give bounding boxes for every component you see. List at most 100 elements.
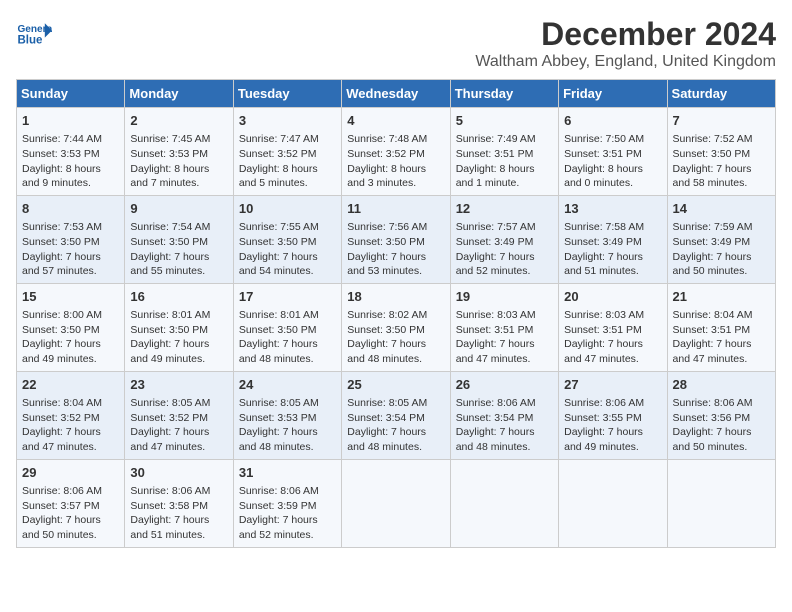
day-info: Sunrise: 7:48 AM Sunset: 3:52 PM Dayligh…	[347, 132, 444, 191]
day-number: 14	[673, 200, 770, 218]
column-header-monday: Monday	[125, 80, 233, 108]
calendar-cell	[667, 459, 775, 547]
calendar-cell: 19 Sunrise: 8:03 AM Sunset: 3:51 PM Dayli…	[450, 283, 558, 371]
calendar-cell: 27Sunrise: 8:06 AM Sunset: 3:55 PM Dayli…	[559, 371, 667, 459]
calendar-cell: 3 Sunrise: 7:47 AM Sunset: 3:52 PM Daylig…	[233, 108, 341, 196]
day-info: Sunrise: 7:49 AM Sunset: 3:51 PM Dayligh…	[456, 132, 553, 191]
day-number: 5	[456, 112, 553, 130]
day-number: 18	[347, 288, 444, 306]
calendar-cell: 29 Sunrise: 8:06 AM Sunset: 3:57 PM Dayli…	[17, 459, 125, 547]
day-number: 13	[564, 200, 661, 218]
day-number: 28	[673, 376, 770, 394]
calendar-cell: 21 Sunrise: 8:04 AM Sunset: 3:51 PM Dayli…	[667, 283, 775, 371]
day-info: Sunrise: 8:06 AM Sunset: 3:55 PM Dayligh…	[564, 396, 661, 455]
day-number: 10	[239, 200, 336, 218]
calendar-cell: 1 Sunrise: 7:44 AM Sunset: 3:53 PM Daylig…	[17, 108, 125, 196]
day-info: Sunrise: 8:01 AM Sunset: 3:50 PM Dayligh…	[130, 308, 227, 367]
day-info: Sunrise: 7:50 AM Sunset: 3:51 PM Dayligh…	[564, 132, 661, 191]
logo: General Blue	[16, 16, 52, 52]
calendar-header: SundayMondayTuesdayWednesdayThursdayFrid…	[17, 80, 776, 108]
calendar-table: SundayMondayTuesdayWednesdayThursdayFrid…	[16, 79, 776, 548]
calendar-cell: 10 Sunrise: 7:55 AM Sunset: 3:50 PM Dayli…	[233, 195, 341, 283]
day-number: 21	[673, 288, 770, 306]
day-info: Sunrise: 8:06 AM Sunset: 3:54 PM Dayligh…	[456, 396, 553, 455]
day-number: 11	[347, 200, 444, 218]
calendar-cell: 23 Sunrise: 8:05 AM Sunset: 3:52 PM Dayli…	[125, 371, 233, 459]
calendar-cell: 9Sunrise: 7:54 AM Sunset: 3:50 PM Daylig…	[125, 195, 233, 283]
day-info: Sunrise: 8:04 AM Sunset: 3:52 PM Dayligh…	[22, 396, 119, 455]
day-number: 12	[456, 200, 553, 218]
day-number: 8	[22, 200, 119, 218]
day-info: Sunrise: 8:05 AM Sunset: 3:53 PM Dayligh…	[239, 396, 336, 455]
day-number: 1	[22, 112, 119, 130]
day-info: Sunrise: 8:04 AM Sunset: 3:51 PM Dayligh…	[673, 308, 770, 367]
day-info: Sunrise: 8:05 AM Sunset: 3:52 PM Dayligh…	[130, 396, 227, 455]
day-info: Sunrise: 8:03 AM Sunset: 3:51 PM Dayligh…	[456, 308, 553, 367]
page-subtitle: Waltham Abbey, England, United Kingdom	[475, 53, 776, 71]
calendar-cell: 7 Sunrise: 7:52 AM Sunset: 3:50 PM Daylig…	[667, 108, 775, 196]
day-info: Sunrise: 8:03 AM Sunset: 3:51 PM Dayligh…	[564, 308, 661, 367]
day-number: 2	[130, 112, 227, 130]
day-number: 23	[130, 376, 227, 394]
day-number: 7	[673, 112, 770, 130]
title-area: December 2024 Waltham Abbey, England, Un…	[475, 16, 776, 71]
day-info: Sunrise: 7:45 AM Sunset: 3:53 PM Dayligh…	[130, 132, 227, 191]
day-info: Sunrise: 7:44 AM Sunset: 3:53 PM Dayligh…	[22, 132, 119, 191]
calendar-cell: 22Sunrise: 8:04 AM Sunset: 3:52 PM Dayli…	[17, 371, 125, 459]
column-header-friday: Friday	[559, 80, 667, 108]
calendar-cell: 28Sunrise: 8:06 AM Sunset: 3:56 PM Dayli…	[667, 371, 775, 459]
day-info: Sunrise: 8:01 AM Sunset: 3:50 PM Dayligh…	[239, 308, 336, 367]
calendar-cell: 31 Sunrise: 8:06 AM Sunset: 3:59 PM Dayli…	[233, 459, 341, 547]
column-header-saturday: Saturday	[667, 80, 775, 108]
calendar-cell: 24Sunrise: 8:05 AM Sunset: 3:53 PM Dayli…	[233, 371, 341, 459]
calendar-cell: 6 Sunrise: 7:50 AM Sunset: 3:51 PM Daylig…	[559, 108, 667, 196]
day-info: Sunrise: 7:55 AM Sunset: 3:50 PM Dayligh…	[239, 220, 336, 279]
day-info: Sunrise: 8:06 AM Sunset: 3:57 PM Dayligh…	[22, 484, 119, 543]
day-number: 29	[22, 464, 119, 482]
day-info: Sunrise: 8:00 AM Sunset: 3:50 PM Dayligh…	[22, 308, 119, 367]
svg-text:Blue: Blue	[17, 34, 43, 46]
day-number: 16	[130, 288, 227, 306]
day-number: 31	[239, 464, 336, 482]
day-info: Sunrise: 7:52 AM Sunset: 3:50 PM Dayligh…	[673, 132, 770, 191]
calendar-cell: 26 Sunrise: 8:06 AM Sunset: 3:54 PM Dayli…	[450, 371, 558, 459]
calendar-cell: 2 Sunrise: 7:45 AM Sunset: 3:53 PM Daylig…	[125, 108, 233, 196]
day-info: Sunrise: 8:02 AM Sunset: 3:50 PM Dayligh…	[347, 308, 444, 367]
logo-icon: General Blue	[16, 16, 52, 52]
column-header-thursday: Thursday	[450, 80, 558, 108]
calendar-cell: 20 Sunrise: 8:03 AM Sunset: 3:51 PM Dayli…	[559, 283, 667, 371]
calendar-cell: 14 Sunrise: 7:59 AM Sunset: 3:49 PM Dayli…	[667, 195, 775, 283]
calendar-cell: 13 Sunrise: 7:58 AM Sunset: 3:49 PM Dayli…	[559, 195, 667, 283]
day-number: 25	[347, 376, 444, 394]
calendar-cell	[342, 459, 450, 547]
day-number: 26	[456, 376, 553, 394]
day-number: 6	[564, 112, 661, 130]
day-number: 19	[456, 288, 553, 306]
day-info: Sunrise: 7:58 AM Sunset: 3:49 PM Dayligh…	[564, 220, 661, 279]
page-title: December 2024	[475, 16, 776, 53]
calendar-cell	[450, 459, 558, 547]
day-info: Sunrise: 8:06 AM Sunset: 3:59 PM Dayligh…	[239, 484, 336, 543]
calendar-cell: 11 Sunrise: 7:56 AM Sunset: 3:50 PM Dayli…	[342, 195, 450, 283]
day-number: 3	[239, 112, 336, 130]
calendar-cell: 17Sunrise: 8:01 AM Sunset: 3:50 PM Dayli…	[233, 283, 341, 371]
calendar-cell: 16 Sunrise: 8:01 AM Sunset: 3:50 PM Dayli…	[125, 283, 233, 371]
column-header-wednesday: Wednesday	[342, 80, 450, 108]
day-number: 20	[564, 288, 661, 306]
header: General Blue December 2024 Waltham Abbey…	[16, 16, 776, 71]
day-info: Sunrise: 8:06 AM Sunset: 3:58 PM Dayligh…	[130, 484, 227, 543]
day-number: 4	[347, 112, 444, 130]
calendar-body: 1 Sunrise: 7:44 AM Sunset: 3:53 PM Daylig…	[17, 108, 776, 548]
day-info: Sunrise: 7:59 AM Sunset: 3:49 PM Dayligh…	[673, 220, 770, 279]
day-info: Sunrise: 7:56 AM Sunset: 3:50 PM Dayligh…	[347, 220, 444, 279]
day-number: 15	[22, 288, 119, 306]
calendar-cell: 18 Sunrise: 8:02 AM Sunset: 3:50 PM Dayli…	[342, 283, 450, 371]
calendar-cell	[559, 459, 667, 547]
calendar-cell: 30 Sunrise: 8:06 AM Sunset: 3:58 PM Dayli…	[125, 459, 233, 547]
day-info: Sunrise: 7:47 AM Sunset: 3:52 PM Dayligh…	[239, 132, 336, 191]
day-info: Sunrise: 7:53 AM Sunset: 3:50 PM Dayligh…	[22, 220, 119, 279]
calendar-cell: 4 Sunrise: 7:48 AM Sunset: 3:52 PM Daylig…	[342, 108, 450, 196]
day-number: 30	[130, 464, 227, 482]
day-info: Sunrise: 7:57 AM Sunset: 3:49 PM Dayligh…	[456, 220, 553, 279]
day-info: Sunrise: 7:54 AM Sunset: 3:50 PM Dayligh…	[130, 220, 227, 279]
